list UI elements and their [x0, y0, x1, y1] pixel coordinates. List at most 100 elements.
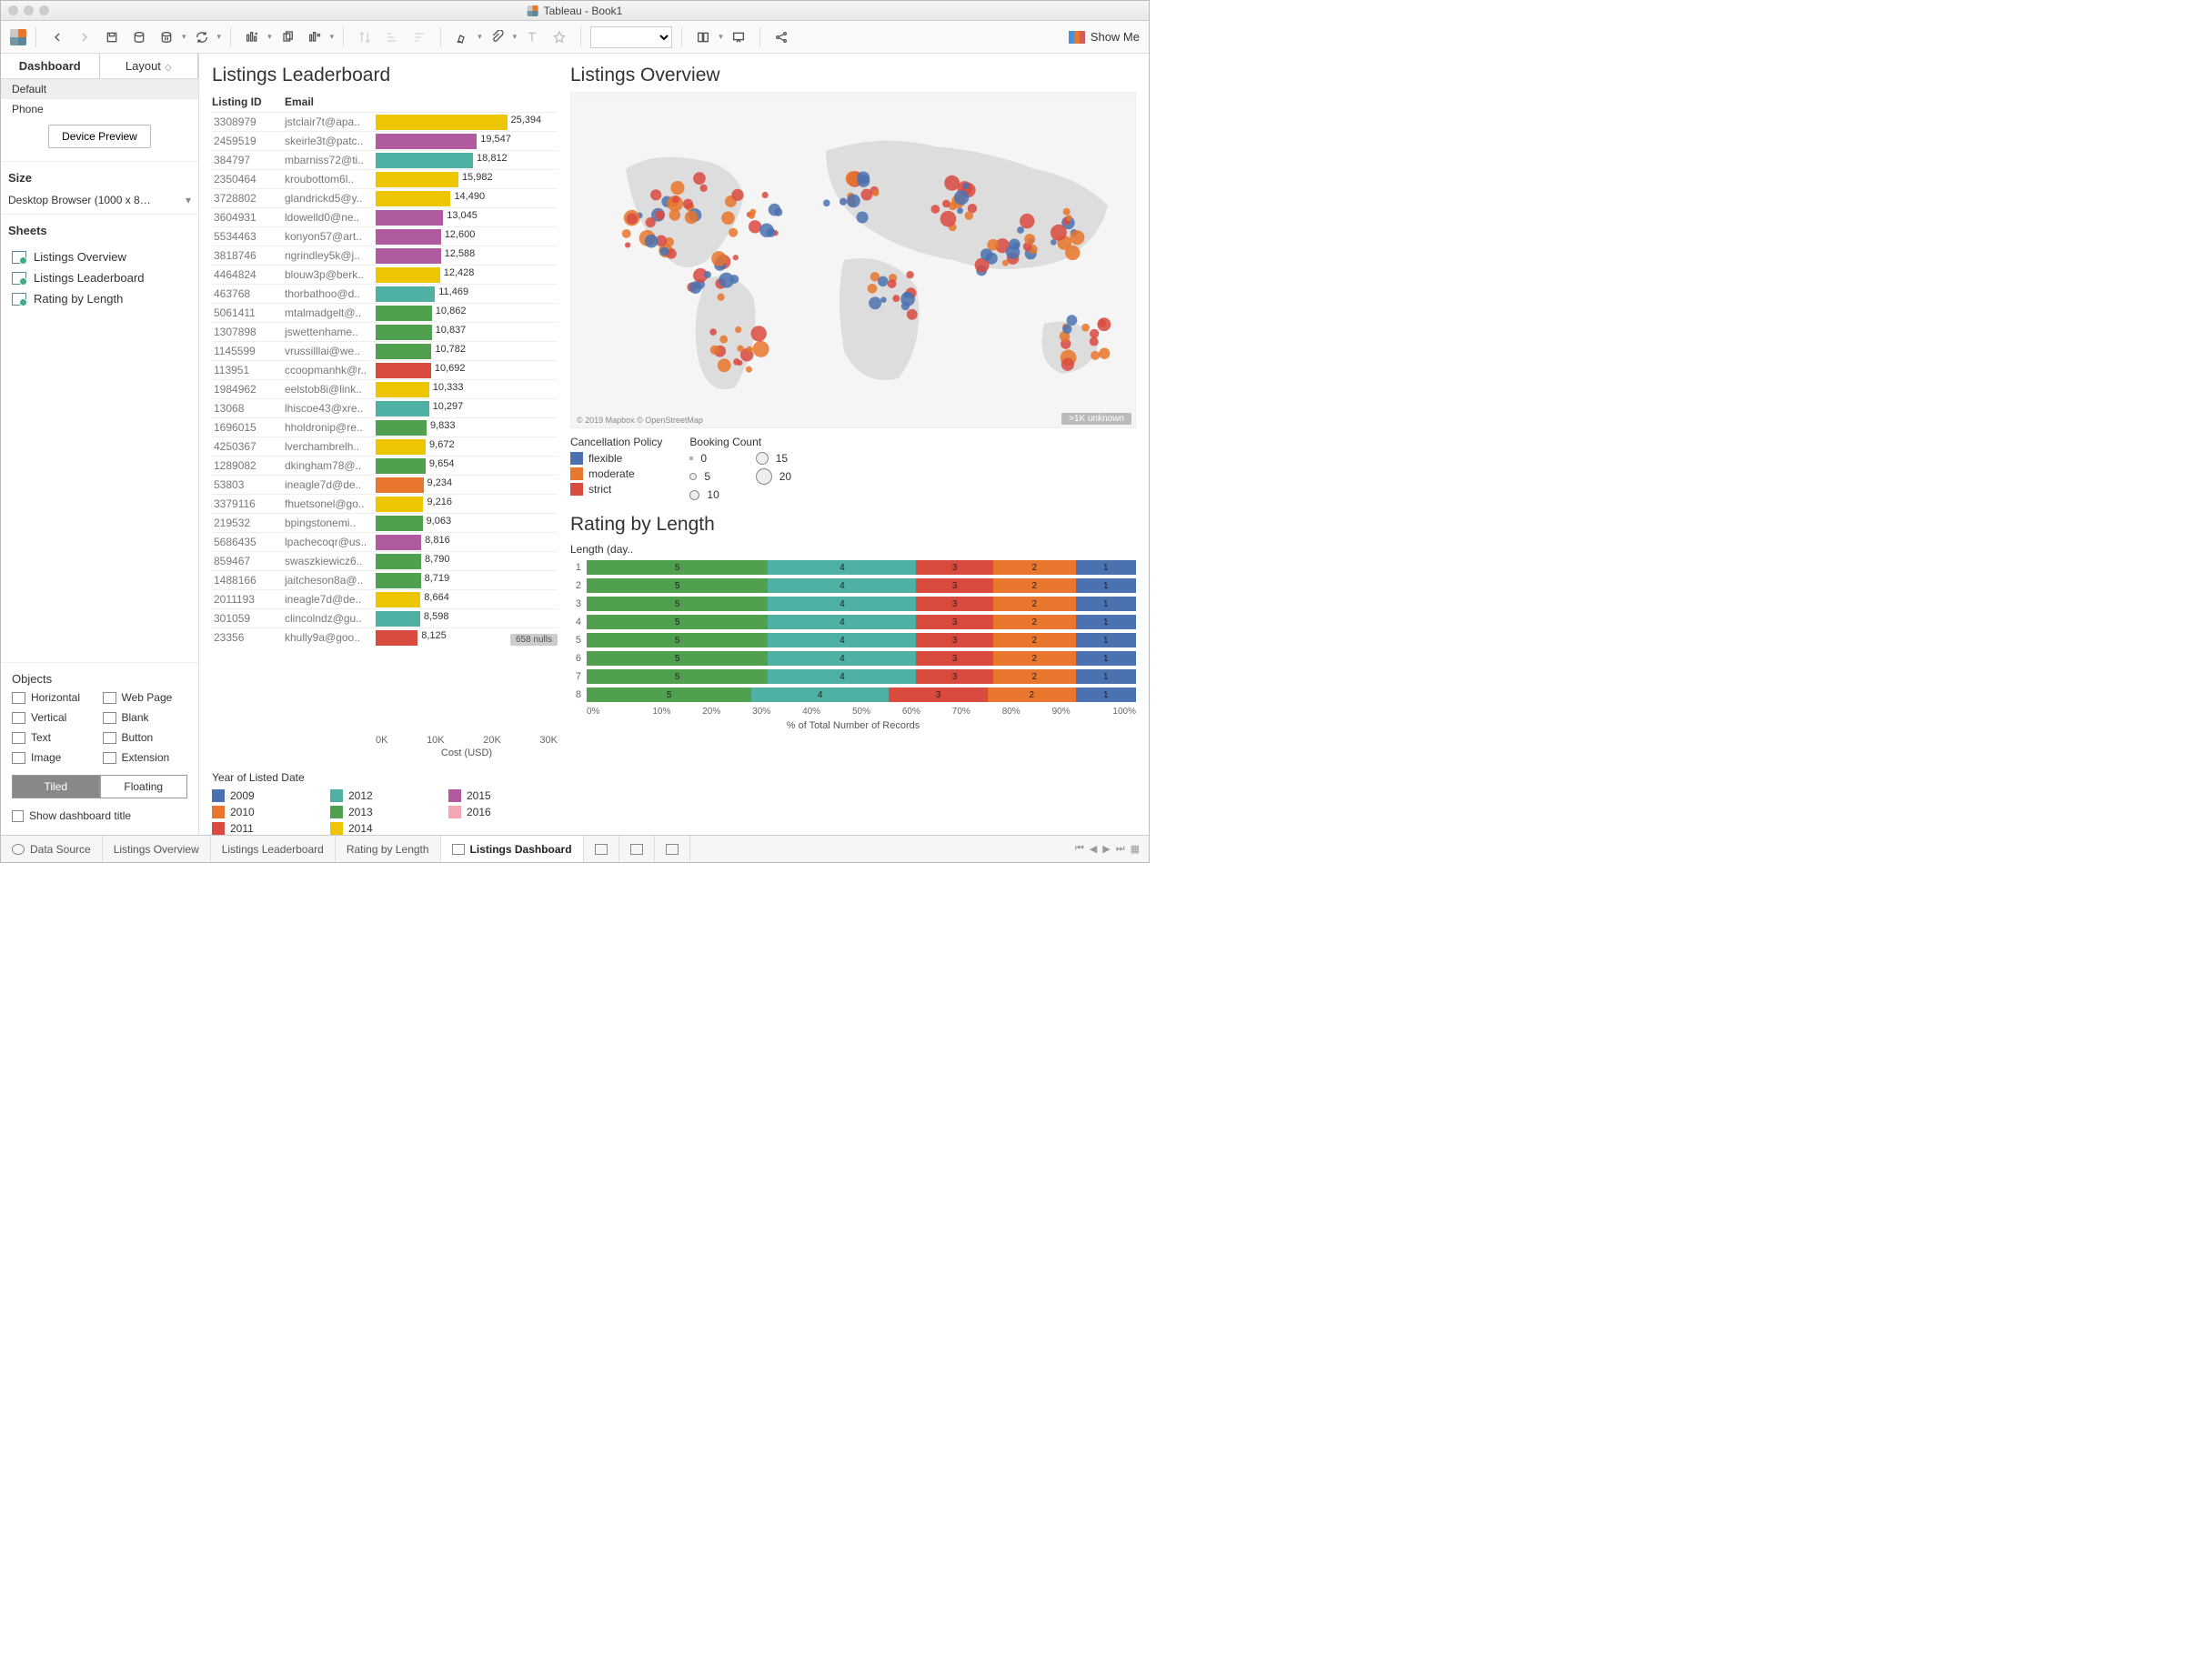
legend-item[interactable]: 15: [756, 452, 791, 465]
table-row[interactable]: 2011193ineagle7d@de.. 8,664: [212, 589, 558, 608]
legend-item[interactable]: 2009: [212, 789, 321, 802]
refresh-button[interactable]: [190, 25, 214, 49]
legend-item[interactable]: 2015: [448, 789, 558, 802]
swap-button[interactable]: [353, 25, 377, 49]
legend-item[interactable]: 10: [689, 488, 719, 501]
rating-row[interactable]: 354321: [570, 596, 1136, 612]
presentation-button[interactable]: [727, 25, 750, 49]
sort-asc-button[interactable]: [380, 25, 404, 49]
table-row[interactable]: 384797mbarniss72@ti.. 18,812: [212, 150, 558, 169]
legend-item[interactable]: moderate: [570, 467, 662, 480]
table-row[interactable]: 13068lhiscoe43@xre.. 10,297: [212, 398, 558, 417]
save-button[interactable]: [100, 25, 124, 49]
object-horizontal[interactable]: Horizontal: [12, 691, 97, 704]
close-window-icon[interactable]: [8, 5, 18, 15]
fit-select[interactable]: [590, 26, 672, 48]
rating-row[interactable]: 254321: [570, 577, 1136, 594]
minimize-window-icon[interactable]: [24, 5, 34, 15]
legend-item[interactable]: 2013: [330, 806, 439, 818]
table-row[interactable]: 1145599vrussilllai@we.. 10,782: [212, 341, 558, 360]
new-data-source-button[interactable]: [127, 25, 151, 49]
sort-desc-button[interactable]: [407, 25, 431, 49]
table-row[interactable]: 5061411mtalmadgelt@.. 10,862: [212, 303, 558, 322]
tab-rating-by-length[interactable]: Rating by Length: [336, 836, 441, 862]
object-button[interactable]: Button: [103, 731, 188, 744]
table-row[interactable]: 1696015hholdronip@re.. 9,833: [212, 417, 558, 437]
rating-row[interactable]: 154321: [570, 559, 1136, 576]
table-row[interactable]: 53803ineagle7d@de.. 9,234: [212, 475, 558, 494]
table-row[interactable]: 3604931ldowelld0@ne.. 13,045: [212, 207, 558, 226]
rating-row[interactable]: 554321: [570, 632, 1136, 648]
table-row[interactable]: 301059clincolndz@gu.. 8,598: [212, 608, 558, 627]
map-unknown-badge[interactable]: >1K unknown: [1061, 413, 1131, 425]
pause-updates-button[interactable]: [155, 25, 178, 49]
table-row[interactable]: 3818746ngrindley5k@j.. 12,588: [212, 246, 558, 265]
attach-button[interactable]: [486, 25, 509, 49]
sheet-item[interactable]: Listings Leaderboard: [8, 267, 191, 288]
clear-button[interactable]: [303, 25, 327, 49]
table-row[interactable]: 3308979jstclair7t@apa.. 25,394: [212, 112, 558, 131]
size-select[interactable]: Desktop Browser (1000 x 8…▾: [8, 190, 191, 210]
object-vertical[interactable]: Vertical: [12, 711, 97, 724]
table-row[interactable]: 23356khully9a@goo.. 8,125658 nulls: [212, 627, 558, 647]
object-blank[interactable]: Blank: [103, 711, 188, 724]
table-row[interactable]: 3379116fhuetsonel@go.. 9,216: [212, 494, 558, 513]
new-worksheet-button[interactable]: [240, 25, 264, 49]
duplicate-button[interactable]: [276, 25, 299, 49]
next-tab-icon[interactable]: ▶: [1102, 843, 1110, 855]
tab-listings-dashboard[interactable]: Listings Dashboard: [441, 836, 584, 862]
object-web-page[interactable]: Web Page: [103, 691, 188, 704]
map-view[interactable]: © 2019 Mapbox © OpenStreetMap >1K unknow…: [570, 92, 1136, 428]
tab-listings-leaderboard[interactable]: Listings Leaderboard: [211, 836, 336, 862]
prev-tab-icon[interactable]: ◀: [1090, 843, 1097, 855]
show-cards-button[interactable]: [691, 25, 715, 49]
sheet-item[interactable]: Rating by Length: [8, 288, 191, 309]
device-preview-button[interactable]: Device Preview: [48, 125, 151, 148]
device-default[interactable]: Default: [1, 79, 198, 99]
table-row[interactable]: 219532bpingstonemi.. 9,063: [212, 513, 558, 532]
table-row[interactable]: 2459519skeirle3t@patc.. 19,547: [212, 131, 558, 150]
maximize-window-icon[interactable]: [39, 5, 49, 15]
legend-item[interactable]: 2010: [212, 806, 321, 818]
legend-item[interactable]: 2014: [330, 822, 439, 835]
table-row[interactable]: 1307898jswettenhame.. 10,837: [212, 322, 558, 341]
table-row[interactable]: 4250367lverchambrelh.. 9,672: [212, 437, 558, 456]
tab-listings-overview[interactable]: Listings Overview: [103, 836, 211, 862]
tab-layout[interactable]: Layout◇: [99, 54, 199, 78]
text-button[interactable]: [520, 25, 544, 49]
object-image[interactable]: Image: [12, 751, 97, 764]
col-email[interactable]: Email: [285, 95, 376, 108]
legend-item[interactable]: strict: [570, 483, 662, 496]
tab-dashboard[interactable]: Dashboard: [1, 54, 99, 78]
show-me-button[interactable]: Show Me: [1069, 30, 1140, 44]
show-title-checkbox[interactable]: Show dashboard title: [12, 806, 187, 826]
legend-item[interactable]: 2012: [330, 789, 439, 802]
new-dashboard-tab[interactable]: [619, 836, 655, 862]
share-button[interactable]: [769, 25, 793, 49]
tiled-button[interactable]: Tiled: [12, 775, 100, 798]
back-button[interactable]: [45, 25, 69, 49]
forward-button[interactable]: [73, 25, 96, 49]
device-phone[interactable]: Phone: [1, 99, 198, 119]
new-worksheet-tab[interactable]: [584, 836, 619, 862]
legend-item[interactable]: 2016: [448, 806, 558, 818]
tableau-icon[interactable]: [10, 29, 26, 45]
table-row[interactable]: 3728802glandrickd5@y.. 14,490: [212, 188, 558, 207]
nulls-badge[interactable]: 658 nulls: [510, 634, 558, 646]
legend-item[interactable]: 5: [689, 468, 719, 485]
new-story-tab[interactable]: [655, 836, 690, 862]
table-row[interactable]: 463768thorbathoo@d.. 11,469: [212, 284, 558, 303]
table-row[interactable]: 859467swaszkiewicz6.. 8,790: [212, 551, 558, 570]
table-row[interactable]: 1984962eelstob8i@link.. 10,333: [212, 379, 558, 398]
legend-item[interactable]: flexible: [570, 452, 662, 465]
legend-item[interactable]: 2011: [212, 822, 321, 835]
highlight-button[interactable]: [450, 25, 474, 49]
table-row[interactable]: 1289082dkingham78@.. 9,654: [212, 456, 558, 475]
legend-item[interactable]: 20: [756, 468, 791, 485]
sheet-item[interactable]: Listings Overview: [8, 246, 191, 267]
object-text[interactable]: Text: [12, 731, 97, 744]
table-row[interactable]: 1488166jaitcheson8a@.. 8,719: [212, 570, 558, 589]
legend-item[interactable]: 0: [689, 452, 719, 465]
table-row[interactable]: 113951ccoopmanhk@r.. 10,692: [212, 360, 558, 379]
pin-button[interactable]: [548, 25, 571, 49]
